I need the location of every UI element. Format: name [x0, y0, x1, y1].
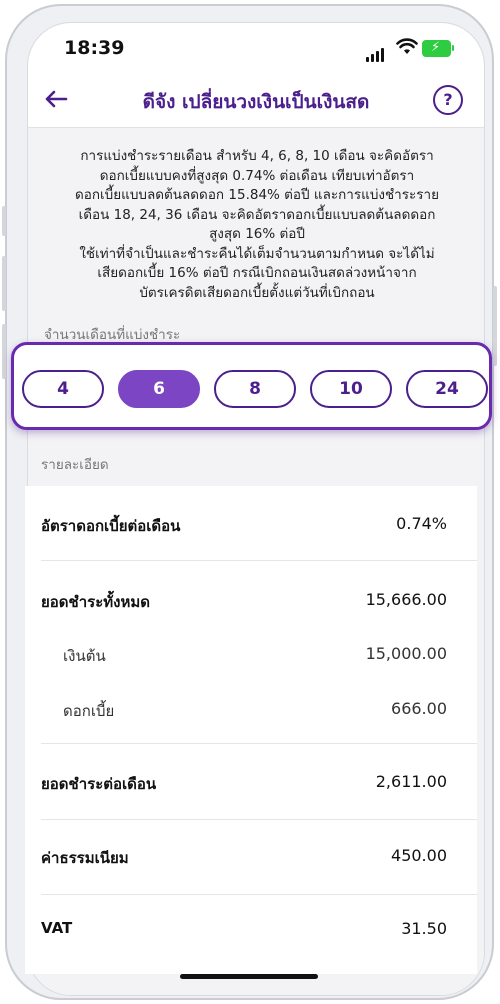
description-line: สูงสุด 16% ต่อปี	[209, 226, 305, 242]
description-line: บัตรเครดิตเสียดอกเบี้ยตั้งแต่วันที่เบิกถ…	[139, 284, 375, 301]
months-selector: 4 6 8 10 24	[11, 342, 492, 430]
power-button	[493, 286, 497, 366]
detail-key: ค่าธรรมเนียม	[41, 849, 129, 867]
month-option-24[interactable]: 24	[406, 370, 488, 408]
divider	[41, 743, 477, 744]
month-option-8[interactable]: 8	[214, 370, 296, 408]
description-line: ดอกเบี้ยแบบคงที่สูงสุด 0.74% ต่อเดือน เท…	[99, 167, 415, 184]
volume-up-button	[2, 256, 6, 311]
installment-description: การแบ่งชำระรายเดือน สำหรับ 4, 6, 8, 10 เ…	[46, 147, 468, 303]
detail-value: 0.74%	[396, 514, 447, 533]
description-line: เดือน 18, 24, 36 เดือน จะคิดอัตราดอกเบี้…	[78, 206, 436, 223]
detail-key: เงินต้น	[63, 647, 106, 665]
description-line: ดอกเบี้ยแบบลดต้นลดดอก 15.84% ต่อปี และกา…	[75, 187, 439, 203]
page-title: ดีจัง เปลี่ยนวงเงินเป็นเงินสด	[142, 91, 370, 113]
detail-value: 15,000.00	[365, 644, 447, 663]
detail-key: ยอดชำระทั้งหมด	[41, 593, 150, 611]
wifi-icon	[396, 38, 418, 54]
description-line: การแบ่งชำระรายเดือน สำหรับ 4, 6, 8, 10 เ…	[80, 148, 434, 164]
details-card: อัตราดอกเบี้ยต่อเดือน 0.74% ยอดชำระทั้งห…	[25, 486, 477, 974]
battery-icon: ⚡	[422, 40, 454, 57]
month-option-4[interactable]: 4	[22, 370, 104, 408]
detail-key: ยอดชำระต่อเดือน	[41, 775, 157, 793]
detail-value: 2,611.00	[375, 772, 447, 791]
detail-key: ดอกเบี้ย	[63, 702, 115, 720]
detail-value: 666.00	[391, 699, 447, 718]
signal-icon	[366, 43, 386, 62]
side-button	[2, 206, 6, 236]
description-line: ใช้เท่าที่จำเป็นและชำระคืนได้เต็มจำนวนตา…	[79, 245, 435, 262]
divider	[41, 819, 477, 820]
detail-value: 15,666.00	[365, 590, 447, 609]
detail-value: 31.50	[401, 919, 447, 938]
status-time: 18:39	[64, 37, 125, 59]
divider	[41, 560, 477, 561]
home-indicator[interactable]	[180, 974, 318, 979]
detail-value: 450.00	[391, 846, 447, 865]
nav-bar: ดีจัง เปลี่ยนวงเงินเป็นเงินสด ?	[28, 75, 484, 128]
description-line: เสียดอกเบี้ย 16% ต่อปี กรณีเบิกถอนเงินสด…	[97, 265, 417, 281]
status-bar: 18:39 ⚡	[28, 23, 484, 73]
detail-key: VAT	[41, 919, 73, 937]
volume-down-button	[2, 324, 6, 379]
detail-key: อัตราดอกเบี้ยต่อเดือน	[41, 517, 181, 535]
month-option-6-selected[interactable]: 6	[118, 370, 200, 408]
month-option-10[interactable]: 10	[310, 370, 392, 408]
divider	[41, 894, 477, 895]
help-icon[interactable]: ?	[433, 85, 463, 115]
